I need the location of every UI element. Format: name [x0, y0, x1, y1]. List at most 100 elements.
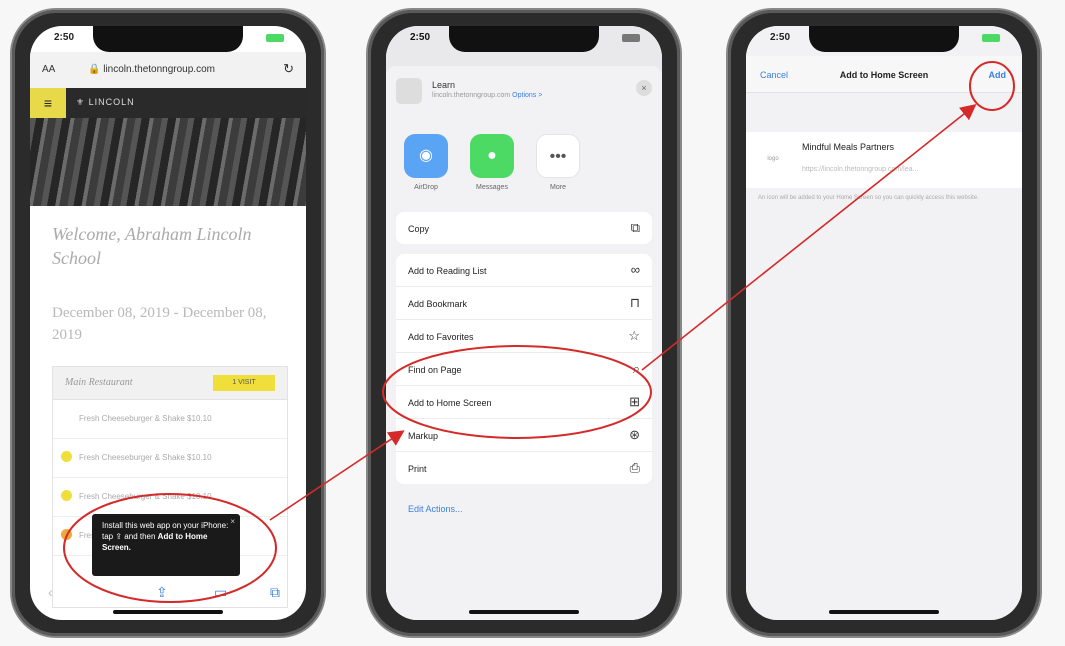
brand-name: LINCOLN — [88, 97, 135, 107]
share-subtitle: lincoln.thetonngroup.com Options > — [432, 92, 542, 99]
share-app-airdrop[interactable]: ◉ AirDrop — [396, 134, 456, 191]
battery-icon — [266, 34, 284, 42]
screen-background — [746, 26, 1022, 620]
status-dot — [61, 529, 72, 540]
markup-icon: ⊛ — [629, 427, 640, 442]
star-icon: ☆ — [628, 328, 640, 343]
url-value: lincoln.thetonngroup.com — [103, 64, 215, 75]
list-item-label: Fresh Cheeseburger & Shake $10.10 — [79, 414, 212, 423]
nav-bar: Cancel Add to Home Screen Add — [746, 56, 1022, 93]
hero-banner: ≡ ⚜ LINCOLN — [30, 88, 306, 206]
copy-icon: ⧉ — [630, 220, 640, 235]
list-item-label: Fresh Cheeseburger & Shake $10.10 — [79, 453, 212, 462]
glasses-icon: ∞ — [630, 262, 640, 277]
share-sheet-header: Learn lincoln.thetonngroup.com Options >… — [396, 72, 652, 112]
reload-icon[interactable]: ↻ — [283, 61, 294, 77]
app-name-field[interactable]: Mindful Meals Partners — [802, 142, 894, 152]
share-actions: Copy ⧉ Add to Reading List ∞ Add Bookmar… — [396, 212, 652, 494]
share-icon: ⇪ — [115, 532, 123, 541]
phone-screen: 2:50 Cancel Add to Home Screen Add logo … — [746, 26, 1022, 620]
action-copy[interactable]: Copy ⧉ — [396, 212, 652, 244]
options-link[interactable]: Options > — [512, 92, 542, 99]
action-label: Markup — [408, 431, 439, 441]
action-label: Find on Page — [408, 365, 462, 375]
action-label: Copy — [408, 224, 430, 234]
action-add-to-favorites[interactable]: Add to Favorites ☆ — [396, 320, 652, 353]
battery-icon — [622, 34, 640, 42]
status-time: 2:50 — [410, 32, 431, 43]
hint-text: An icon will be added to your Home Scree… — [758, 195, 979, 201]
share-app-messages[interactable]: ● Messages — [462, 134, 522, 191]
app-label: Messages — [476, 184, 508, 191]
tooltip-text-mid: and then — [124, 532, 156, 541]
home-indicator — [829, 610, 939, 614]
phone-share-sheet: 2:50 Learn lincoln.thetonngroup.com Opti… — [368, 10, 680, 636]
list-item[interactable]: Fresh Cheeseburger & Shake $10.10 — [53, 400, 287, 439]
add-button[interactable]: Add — [989, 70, 1007, 80]
share-icon[interactable]: ⇪ — [156, 584, 168, 601]
back-icon[interactable]: ‹ — [48, 584, 53, 600]
action-label: Add to Favorites — [408, 332, 474, 342]
home-indicator — [469, 610, 579, 614]
tabs-icon[interactable]: ⧉ — [270, 584, 280, 601]
status-bar: 2:50 — [410, 32, 640, 48]
airdrop-icon: ◉ — [404, 134, 448, 178]
safari-toolbar: ‹ ⇪ ▭ ⧉ — [30, 576, 306, 610]
action-add-bookmark[interactable]: Add Bookmark ⊓ — [396, 287, 652, 320]
app-label: More — [550, 184, 566, 191]
site-header — [30, 88, 306, 118]
action-label: Print — [408, 464, 427, 474]
url-text: 🔒 lincoln.thetonngroup.com — [88, 64, 215, 75]
share-title: Learn — [432, 80, 456, 90]
status-bar: 2:50 — [54, 32, 284, 48]
welcome-heading: Welcome, Abraham Lincoln School — [52, 224, 252, 268]
action-group-copy: Copy ⧉ — [396, 212, 652, 244]
more-icon: ••• — [536, 134, 580, 178]
book-icon: ⊓ — [629, 295, 640, 310]
install-tooltip: × Install this web app on your iPhone: t… — [92, 514, 240, 576]
home-indicator — [113, 610, 223, 614]
list-item[interactable]: Fresh Cheeseburger & Shake $10.10 — [53, 439, 287, 478]
share-app-more[interactable]: ••• More — [528, 134, 588, 191]
action-label: Add to Reading List — [408, 266, 487, 276]
action-find-on-page[interactable]: Find on Page ⌕ — [396, 353, 652, 386]
status-time: 2:50 — [54, 32, 75, 43]
search-icon: ⌕ — [632, 361, 640, 376]
status-bar: 2:50 — [770, 32, 1000, 48]
tooltip-close-button[interactable]: × — [230, 516, 235, 527]
messages-icon: ● — [470, 134, 514, 178]
card-header: Main Restaurant 1 VISIT — [53, 367, 287, 400]
list-item[interactable]: Fresh Cheeseburger & Shake $10.10 — [53, 478, 287, 517]
date-range: December 08, 2019 - December 08, 2019 — [52, 305, 267, 343]
address-bar[interactable]: AA 🔒 lincoln.thetonngroup.com ↻ — [30, 52, 306, 88]
status-dot — [61, 451, 72, 462]
text-size-button[interactable]: AA — [42, 64, 55, 75]
plus-square-icon: ⊞ — [629, 394, 640, 409]
phone-add-to-home: 2:50 Cancel Add to Home Screen Add logo … — [728, 10, 1040, 636]
action-label: Add to Home Screen — [408, 398, 492, 408]
menu-icon[interactable]: ≡ — [30, 88, 66, 118]
phone-screen: 2:50 AA 🔒 lincoln.thetonngroup.com ↻ ≡ ⚜… — [30, 26, 306, 620]
hero-image — [30, 118, 306, 206]
nav-title: Add to Home Screen — [839, 70, 929, 80]
action-markup[interactable]: Markup ⊛ — [396, 419, 652, 452]
status-dot — [61, 490, 72, 501]
close-button[interactable]: × — [636, 80, 652, 96]
edit-actions-link[interactable]: Edit Actions... — [408, 504, 463, 514]
action-label: Add Bookmark — [408, 299, 468, 309]
share-sheet: Learn lincoln.thetonngroup.com Options >… — [386, 66, 662, 620]
bookmarks-icon[interactable]: ▭ — [214, 584, 227, 601]
share-apps-row: ◉ AirDrop ● Messages ••• More — [396, 134, 652, 204]
action-add-to-reading-list[interactable]: Add to Reading List ∞ — [396, 254, 652, 287]
phone-safari-page: 2:50 AA 🔒 lincoln.thetonngroup.com ↻ ≡ ⚜… — [12, 10, 324, 636]
action-group-main: Add to Reading List ∞ Add Bookmark ⊓ Add… — [396, 254, 652, 484]
site-brand: ⚜ LINCOLN — [76, 97, 135, 107]
phone-screen: 2:50 Learn lincoln.thetonngroup.com Opti… — [386, 26, 662, 620]
action-add-to-home-screen[interactable]: Add to Home Screen ⊞ — [396, 386, 652, 419]
battery-icon — [982, 34, 1000, 42]
action-print[interactable]: Print ⎙ — [396, 452, 652, 484]
app-label: AirDrop — [414, 184, 438, 191]
list-item-label: Fresh Cheeseburger & Shake $10.10 — [79, 492, 212, 501]
home-screen-entry: logo Mindful Meals Partners https://linc… — [746, 132, 1022, 188]
card-badge: 1 VISIT — [213, 375, 275, 391]
